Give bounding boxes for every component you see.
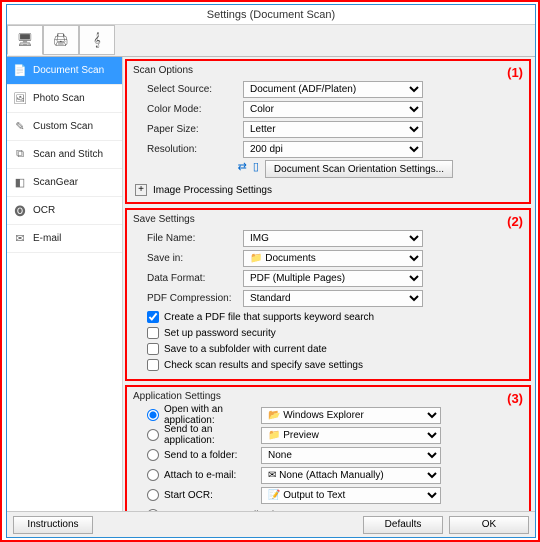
sidebar-item-label: OCR: [33, 205, 55, 216]
settings-window: Settings (Document Scan) 🖥 🖨 𝄞 📄 Documen…: [6, 4, 536, 538]
start-ocr-label: Start OCR:: [164, 490, 213, 501]
scan-options-section: (1) Scan Options Select Source: Document…: [125, 59, 531, 204]
callout-2: (2): [507, 214, 523, 229]
start-ocr-combo[interactable]: 📝 Output to Text: [261, 487, 441, 504]
stitch-icon: ⧉: [13, 148, 27, 162]
sidebar-item-scan-stitch[interactable]: ⧉ Scan and Stitch: [7, 141, 122, 169]
sidebar-item-photo-scan[interactable]: 🖼 Photo Scan: [7, 85, 122, 113]
tab-scan-from-printer[interactable]: 🖨: [43, 25, 79, 55]
sidebar-item-email[interactable]: ✉ E-mail: [7, 225, 122, 253]
data-format-combo[interactable]: PDF (Multiple Pages): [243, 270, 423, 287]
no-app-radio[interactable]: [147, 509, 159, 511]
send-to-folder-combo[interactable]: None: [261, 447, 441, 464]
open-with-app-label: Open with an application:: [164, 404, 261, 426]
top-tabs: 🖥 🖨 𝄞: [7, 25, 535, 57]
sidebar-item-custom-scan[interactable]: ✎ Custom Scan: [7, 113, 122, 141]
orientation-page-icon[interactable]: ▯: [253, 160, 259, 178]
sidebar: 📄 Document Scan 🖼 Photo Scan ✎ Custom Sc…: [7, 57, 123, 511]
pdf-compression-label: PDF Compression:: [133, 293, 243, 304]
email-icon: ✉: [13, 232, 27, 246]
subfolder-label: Save to a subfolder with current date: [164, 344, 327, 355]
data-format-label: Data Format:: [133, 273, 243, 284]
window-title: Settings (Document Scan): [7, 5, 535, 25]
document-icon: 📄: [13, 64, 27, 78]
keyword-search-checkbox[interactable]: [147, 311, 159, 323]
keyword-search-label: Create a PDF file that supports keyword …: [164, 312, 374, 323]
sidebar-item-label: Document Scan: [33, 65, 104, 76]
orientation-swap-icon[interactable]: ⇄: [238, 160, 247, 178]
send-to-folder-label: Send to a folder:: [164, 450, 237, 461]
scan-options-title: Scan Options: [133, 63, 523, 80]
monitor-icon: 🖥: [17, 32, 34, 48]
attach-email-combo[interactable]: ✉ None (Attach Manually): [261, 467, 441, 484]
sidebar-item-label: Scan and Stitch: [33, 149, 103, 160]
callout-3: (3): [507, 391, 523, 406]
color-mode-combo[interactable]: Color: [243, 101, 423, 118]
send-to-app-combo[interactable]: 📁 Preview: [261, 427, 441, 444]
image-processing-label: Image Processing Settings: [153, 185, 272, 196]
send-to-app-radio[interactable]: [147, 429, 159, 441]
open-with-app-combo[interactable]: 📂 Windows Explorer: [261, 407, 441, 424]
orientation-settings-button[interactable]: Document Scan Orientation Settings...: [265, 160, 453, 178]
sidebar-item-label: Photo Scan: [33, 93, 85, 104]
file-name-combo[interactable]: IMG: [243, 230, 423, 247]
ok-button[interactable]: OK: [449, 516, 529, 534]
send-to-folder-radio[interactable]: [147, 449, 159, 461]
application-settings-section: (3) Application Settings Open with an ap…: [125, 385, 531, 511]
sidebar-item-label: E-mail: [33, 233, 61, 244]
ocr-icon: 🅞: [13, 204, 27, 218]
paper-size-combo[interactable]: Letter: [243, 121, 423, 138]
select-source-label: Select Source:: [133, 84, 243, 95]
password-label: Set up password security: [164, 328, 276, 339]
save-settings-title: Save Settings: [133, 212, 523, 229]
check-results-checkbox[interactable]: [147, 359, 159, 371]
resolution-label: Resolution:: [133, 144, 243, 155]
send-to-app-label: Send to an application:: [164, 424, 261, 446]
save-in-label: Save in:: [133, 253, 243, 264]
save-in-combo[interactable]: 📁 Documents: [243, 250, 423, 267]
check-results-label: Check scan results and specify save sett…: [164, 360, 363, 371]
attach-email-radio[interactable]: [147, 469, 159, 481]
pdf-compression-combo[interactable]: Standard: [243, 290, 423, 307]
start-ocr-radio[interactable]: [147, 489, 159, 501]
open-with-app-radio[interactable]: [147, 409, 159, 421]
sidebar-item-label: ScanGear: [33, 177, 78, 188]
save-settings-section: (2) Save Settings File Name: IMG Save: [125, 208, 531, 381]
sliders-icon: 𝄞: [93, 32, 101, 48]
tab-tools[interactable]: 𝄞: [79, 25, 115, 55]
sidebar-item-label: Custom Scan: [33, 121, 93, 132]
callout-1: (1): [507, 65, 523, 80]
photo-icon: 🖼: [13, 92, 27, 106]
sidebar-item-ocr[interactable]: 🅞 OCR: [7, 197, 122, 225]
defaults-button[interactable]: Defaults: [363, 516, 443, 534]
paper-size-label: Paper Size:: [133, 124, 243, 135]
expand-image-processing-button[interactable]: +: [135, 184, 147, 196]
subfolder-checkbox[interactable]: [147, 343, 159, 355]
custom-icon: ✎: [13, 120, 27, 134]
scangear-icon: ◧: [13, 176, 27, 190]
color-mode-label: Color Mode:: [133, 104, 243, 115]
instructions-button[interactable]: Instructions: [13, 516, 93, 534]
sidebar-item-document-scan[interactable]: 📄 Document Scan: [7, 57, 122, 85]
no-app-label: Do not start any application: [164, 510, 285, 512]
attach-email-label: Attach to e-mail:: [164, 470, 236, 481]
tab-scan-from-computer[interactable]: 🖥: [7, 25, 43, 55]
bottom-bar: Instructions Defaults OK: [7, 511, 535, 537]
select-source-combo[interactable]: Document (ADF/Platen): [243, 81, 423, 98]
file-name-label: File Name:: [133, 233, 243, 244]
printer-icon: 🖨: [53, 32, 70, 48]
password-checkbox[interactable]: [147, 327, 159, 339]
resolution-combo[interactable]: 200 dpi: [243, 141, 423, 158]
sidebar-item-scangear[interactable]: ◧ ScanGear: [7, 169, 122, 197]
